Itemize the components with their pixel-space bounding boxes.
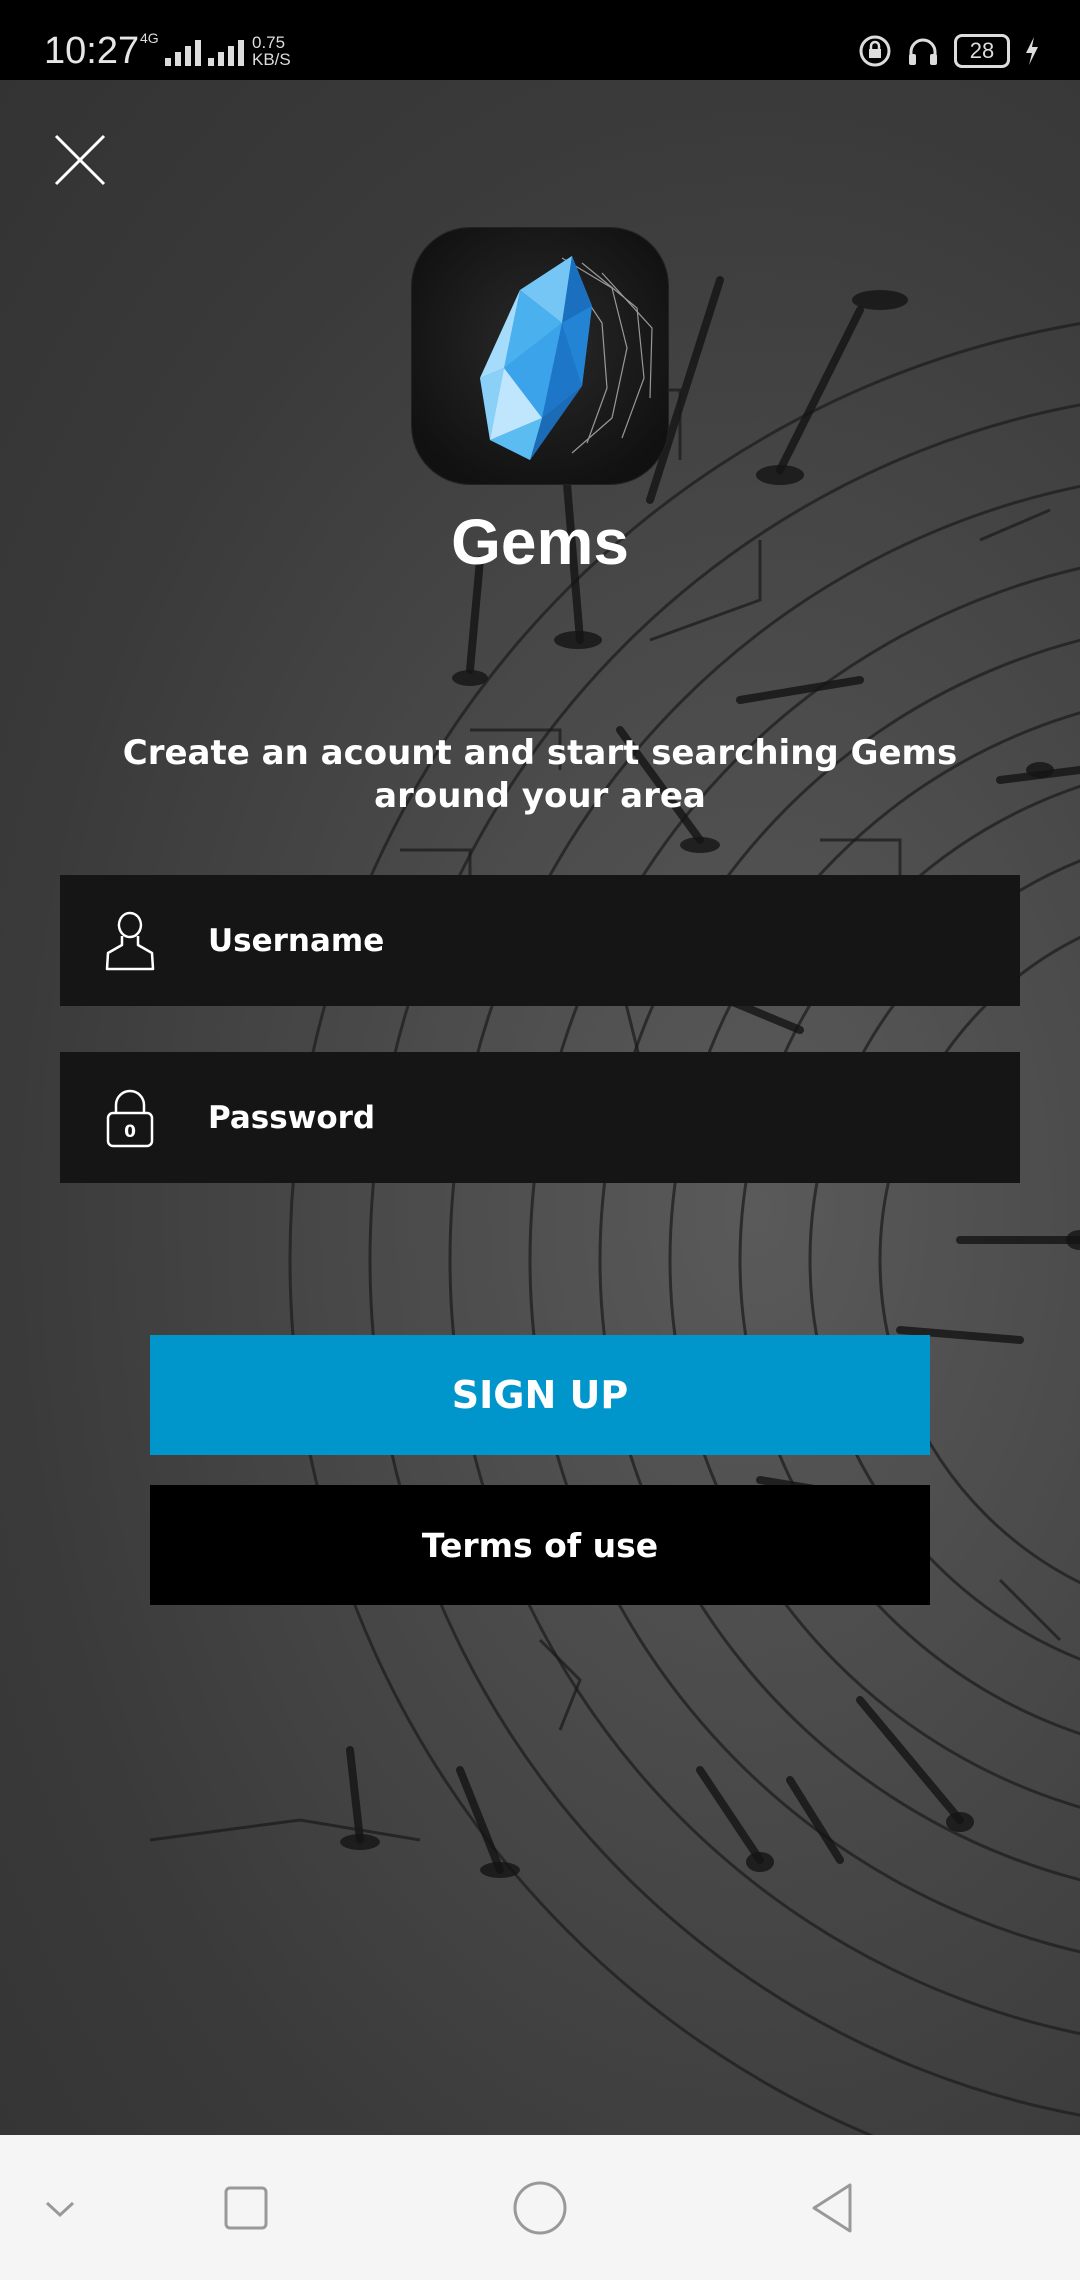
close-icon[interactable]	[50, 130, 110, 190]
recents-icon[interactable]	[211, 2173, 281, 2243]
lock-icon: 0	[106, 1089, 154, 1147]
status-icons: 28	[858, 34, 1040, 68]
battery-indicator: 28	[954, 34, 1010, 68]
username-field[interactable]	[60, 875, 1020, 1006]
home-icon[interactable]	[505, 2173, 575, 2243]
user-icon-wrap	[60, 875, 200, 1006]
lock-rotation-icon	[859, 35, 891, 67]
signal-icon	[165, 32, 201, 66]
password-field[interactable]: 0	[60, 1052, 1020, 1183]
lock-digit: 0	[124, 1122, 136, 1142]
gem-icon	[480, 256, 653, 460]
charging-icon	[1026, 37, 1038, 65]
signup-button[interactable]: SIGN UP	[150, 1335, 930, 1455]
speed-unit: KB/S	[252, 50, 291, 69]
chevron-down-icon[interactable]	[25, 2173, 95, 2243]
tagline: Create an acount and start searching Gem…	[122, 733, 958, 816]
signal-icon	[208, 32, 244, 66]
status-bar: 10:27 4G 0.75 KB/S 28	[0, 0, 1080, 80]
status-time: 10:27	[44, 30, 140, 72]
back-icon[interactable]	[798, 2173, 868, 2243]
lock-icon-wrap: 0	[60, 1052, 200, 1183]
terms-of-use-button[interactable]: Terms of use	[150, 1485, 930, 1605]
headphones-icon	[909, 38, 937, 65]
network-type: 4G	[140, 30, 159, 46]
network-speed: 0.75 KB/S	[252, 34, 291, 68]
app-name: Gems	[451, 506, 629, 578]
navigation-bar	[0, 2135, 1080, 2280]
speed-value: 0.75	[252, 33, 286, 52]
user-icon	[105, 911, 155, 970]
password-input[interactable]	[200, 1099, 988, 1136]
main-content: Gems Create an acount and start searchin…	[0, 80, 1080, 2135]
username-input[interactable]	[200, 922, 988, 959]
app-logo	[412, 228, 668, 484]
